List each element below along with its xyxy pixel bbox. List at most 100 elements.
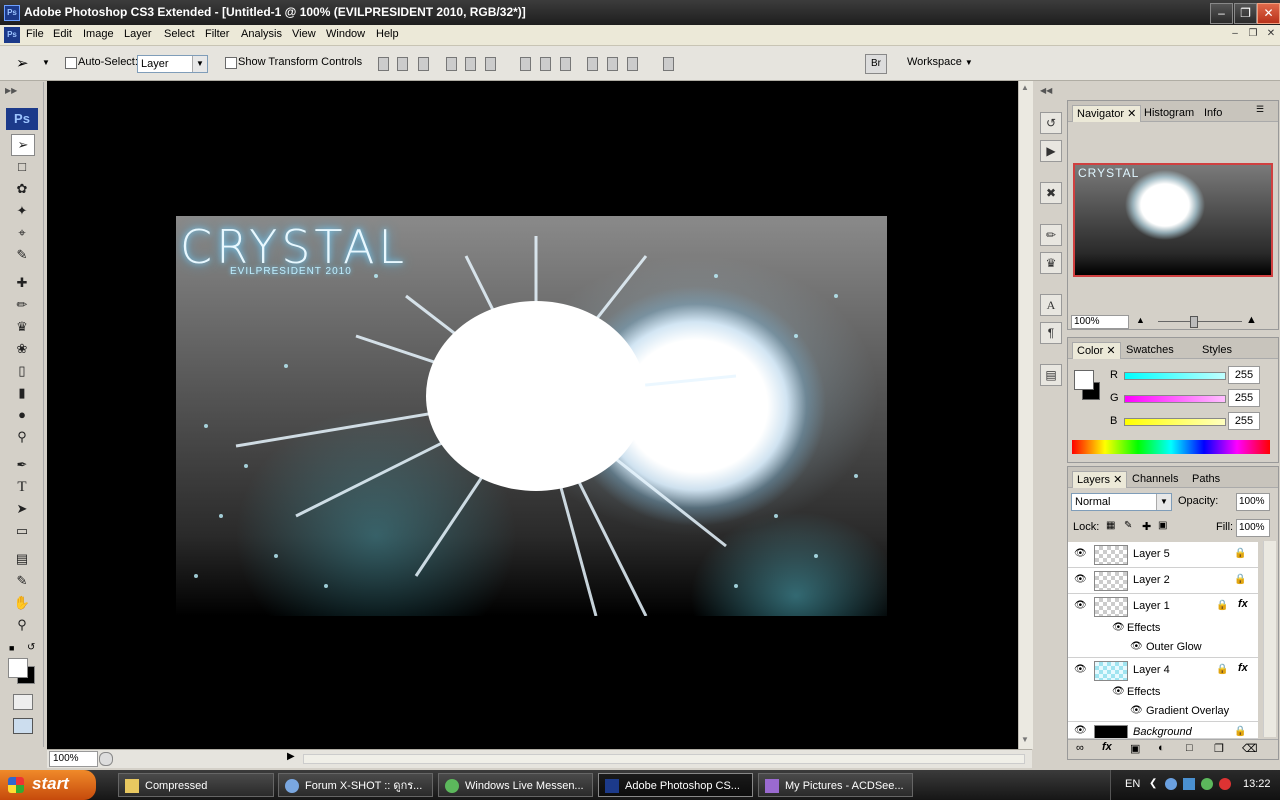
tray-antivirus-icon[interactable]	[1219, 778, 1231, 790]
layer-row[interactable]: 👁 Layer 5 🔒	[1068, 542, 1258, 568]
menu-image[interactable]: Image	[83, 28, 114, 40]
tray-monitor-icon[interactable]	[1183, 778, 1195, 790]
visibility-eye-icon[interactable]: 👁	[1074, 600, 1087, 611]
visibility-eye-icon[interactable]: 👁	[1130, 705, 1143, 716]
distribute-top-icon[interactable]	[520, 57, 531, 71]
tray-network-icon[interactable]	[1165, 778, 1177, 790]
align-vcenter-icon[interactable]	[397, 57, 408, 71]
menu-analysis[interactable]: Analysis	[241, 28, 282, 40]
tab-navigator[interactable]: Navigator ✕	[1072, 105, 1142, 122]
type-tool-icon[interactable]: T	[11, 477, 33, 497]
magic-wand-tool-icon[interactable]: ✦	[11, 201, 33, 221]
task-photoshop[interactable]: Adobe Photoshop CS...	[598, 773, 753, 797]
align-bottom-icon[interactable]	[418, 57, 429, 71]
new-group-icon[interactable]: □	[1186, 742, 1193, 754]
doc-restore-icon[interactable]: ❐	[1246, 28, 1260, 41]
tool-presets-icon[interactable]: ✖	[1040, 182, 1062, 204]
maximize-button[interactable]: ❐	[1234, 3, 1257, 24]
menu-help[interactable]: Help	[376, 28, 399, 40]
dock-collapse-icon[interactable]: ◀◀	[1040, 86, 1052, 95]
task-forum[interactable]: Forum X-SHOT :: ดูกร...	[278, 773, 433, 797]
paragraph-panel-icon[interactable]: ¶	[1040, 322, 1062, 344]
eyedropper-tool-icon[interactable]: ✎	[11, 245, 33, 265]
distribute-vcenter-icon[interactable]	[540, 57, 551, 71]
preset-dropdown-arrow-icon[interactable]: ▼	[42, 58, 50, 67]
gradient-tool-icon[interactable]: ▮	[11, 383, 33, 403]
tab-swatches[interactable]: Swatches	[1122, 342, 1178, 358]
tab-paths[interactable]: Paths	[1188, 471, 1224, 487]
navigator-zoom-slider[interactable]	[1158, 321, 1242, 322]
path-selection-tool-icon[interactable]: ➤	[11, 499, 33, 519]
status-menu-icon[interactable]	[99, 752, 113, 766]
brush-tool-icon[interactable]: ✏	[11, 295, 33, 315]
lock-transparent-icon[interactable]: ▦	[1106, 520, 1115, 531]
bridge-icon[interactable]: Br	[865, 54, 887, 74]
blend-mode-dropdown[interactable]: Normal ▼	[1071, 493, 1172, 511]
delete-layer-icon[interactable]: ⌫	[1242, 742, 1258, 755]
language-indicator[interactable]: EN	[1125, 778, 1140, 790]
quick-mask-icon[interactable]	[13, 694, 33, 710]
layer-comps-icon[interactable]: ▤	[1040, 364, 1062, 386]
effect-row[interactable]: 👁 Outer Glow	[1068, 638, 1258, 658]
task-compressed[interactable]: Compressed	[118, 773, 274, 797]
lasso-tool-icon[interactable]: ✿	[11, 179, 33, 199]
eraser-tool-icon[interactable]: ▯	[11, 361, 33, 381]
clone-source-icon[interactable]: ♛	[1040, 252, 1062, 274]
distribute-bottom-icon[interactable]	[560, 57, 571, 71]
actions-panel-icon[interactable]: ▶	[1040, 140, 1062, 162]
align-top-icon[interactable]	[378, 57, 389, 71]
swap-colors-icon[interactable]: ↺	[27, 642, 35, 653]
channel-r-value[interactable]: 255	[1228, 366, 1260, 384]
menu-edit[interactable]: Edit	[53, 28, 72, 40]
new-layer-icon[interactable]: ❐	[1214, 742, 1224, 755]
task-messenger[interactable]: Windows Live Messen...	[438, 773, 593, 797]
scroll-down-icon[interactable]: ▼	[1021, 735, 1029, 744]
tab-styles[interactable]: Styles	[1198, 342, 1236, 358]
channel-g-value[interactable]: 255	[1228, 389, 1260, 407]
visibility-eye-icon[interactable]: 👁	[1074, 664, 1087, 675]
close-button[interactable]: ✕	[1257, 3, 1280, 24]
navigator-zoom-thumb[interactable]	[1190, 316, 1198, 328]
layer-style-icon[interactable]: fx	[1102, 741, 1112, 753]
visibility-eye-icon[interactable]: 👁	[1130, 641, 1143, 652]
doc-close-icon[interactable]: ✕	[1264, 28, 1278, 41]
layers-scrollbar[interactable]	[1263, 541, 1276, 737]
blur-tool-icon[interactable]: ●	[11, 405, 33, 425]
navigator-thumbnail[interactable]: CRYSTAL	[1073, 163, 1273, 277]
lock-pixels-icon[interactable]: ✎	[1124, 520, 1132, 531]
panel-menu-icon[interactable]: ☰	[1256, 104, 1264, 115]
clone-stamp-tool-icon[interactable]: ♛	[11, 317, 33, 337]
distribute-right-icon[interactable]	[627, 57, 638, 71]
history-panel-icon[interactable]: ↺	[1040, 112, 1062, 134]
menu-window[interactable]: Window	[326, 28, 365, 40]
adjustment-layer-icon[interactable]: ◐	[1158, 742, 1165, 754]
menu-select[interactable]: Select	[164, 28, 195, 40]
menu-view[interactable]: View	[292, 28, 316, 40]
visibility-eye-icon[interactable]: 👁	[1074, 725, 1087, 736]
auto-select-checkbox[interactable]	[65, 57, 77, 69]
menu-layer[interactable]: Layer	[124, 28, 152, 40]
doc-minimize-icon[interactable]: –	[1228, 28, 1242, 41]
document-ps-icon[interactable]: Ps	[4, 27, 20, 43]
tray-expand-icon[interactable]: ❮	[1149, 778, 1157, 789]
tray-messenger-icon[interactable]	[1201, 778, 1213, 790]
zoom-in-icon[interactable]: ▲	[1246, 314, 1257, 326]
layer-row[interactable]: 👁 Layer 1 🔒 fx	[1068, 594, 1258, 620]
move-tool-preset-icon[interactable]: ➢	[16, 54, 29, 72]
task-acdsee[interactable]: My Pictures - ACDSee...	[758, 773, 913, 797]
screen-mode-icon[interactable]	[13, 718, 33, 734]
eyedropper2-tool-icon[interactable]: ✎	[11, 571, 33, 591]
foreground-color-swatch[interactable]	[8, 658, 28, 678]
channel-g-slider[interactable]	[1124, 395, 1226, 403]
zoom-field[interactable]: 100%	[49, 751, 98, 767]
color-spectrum-ramp[interactable]	[1072, 440, 1270, 454]
channel-b-slider[interactable]	[1124, 418, 1226, 426]
opacity-field[interactable]: 100%	[1236, 493, 1270, 511]
fx-icon[interactable]: fx	[1238, 662, 1248, 674]
color-fg-swatch[interactable]	[1074, 370, 1094, 390]
shape-tool-icon[interactable]: ▭	[11, 521, 33, 541]
tab-color[interactable]: Color ✕	[1072, 342, 1121, 359]
notes-tool-icon[interactable]: ▤	[11, 549, 33, 569]
channel-r-slider[interactable]	[1124, 372, 1226, 380]
default-colors-icon[interactable]: ■	[9, 643, 14, 653]
